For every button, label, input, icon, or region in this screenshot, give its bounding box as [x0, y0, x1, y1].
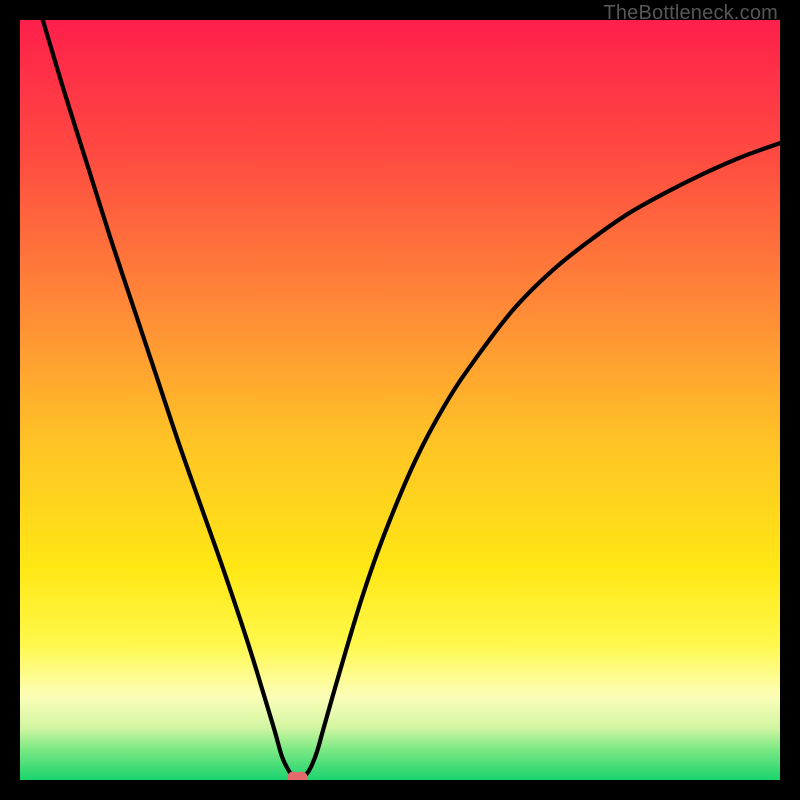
bottleneck-chart	[20, 20, 780, 780]
chart-frame	[20, 20, 780, 780]
watermark-text: TheBottleneck.com	[603, 2, 778, 25]
gradient-background	[20, 20, 780, 780]
